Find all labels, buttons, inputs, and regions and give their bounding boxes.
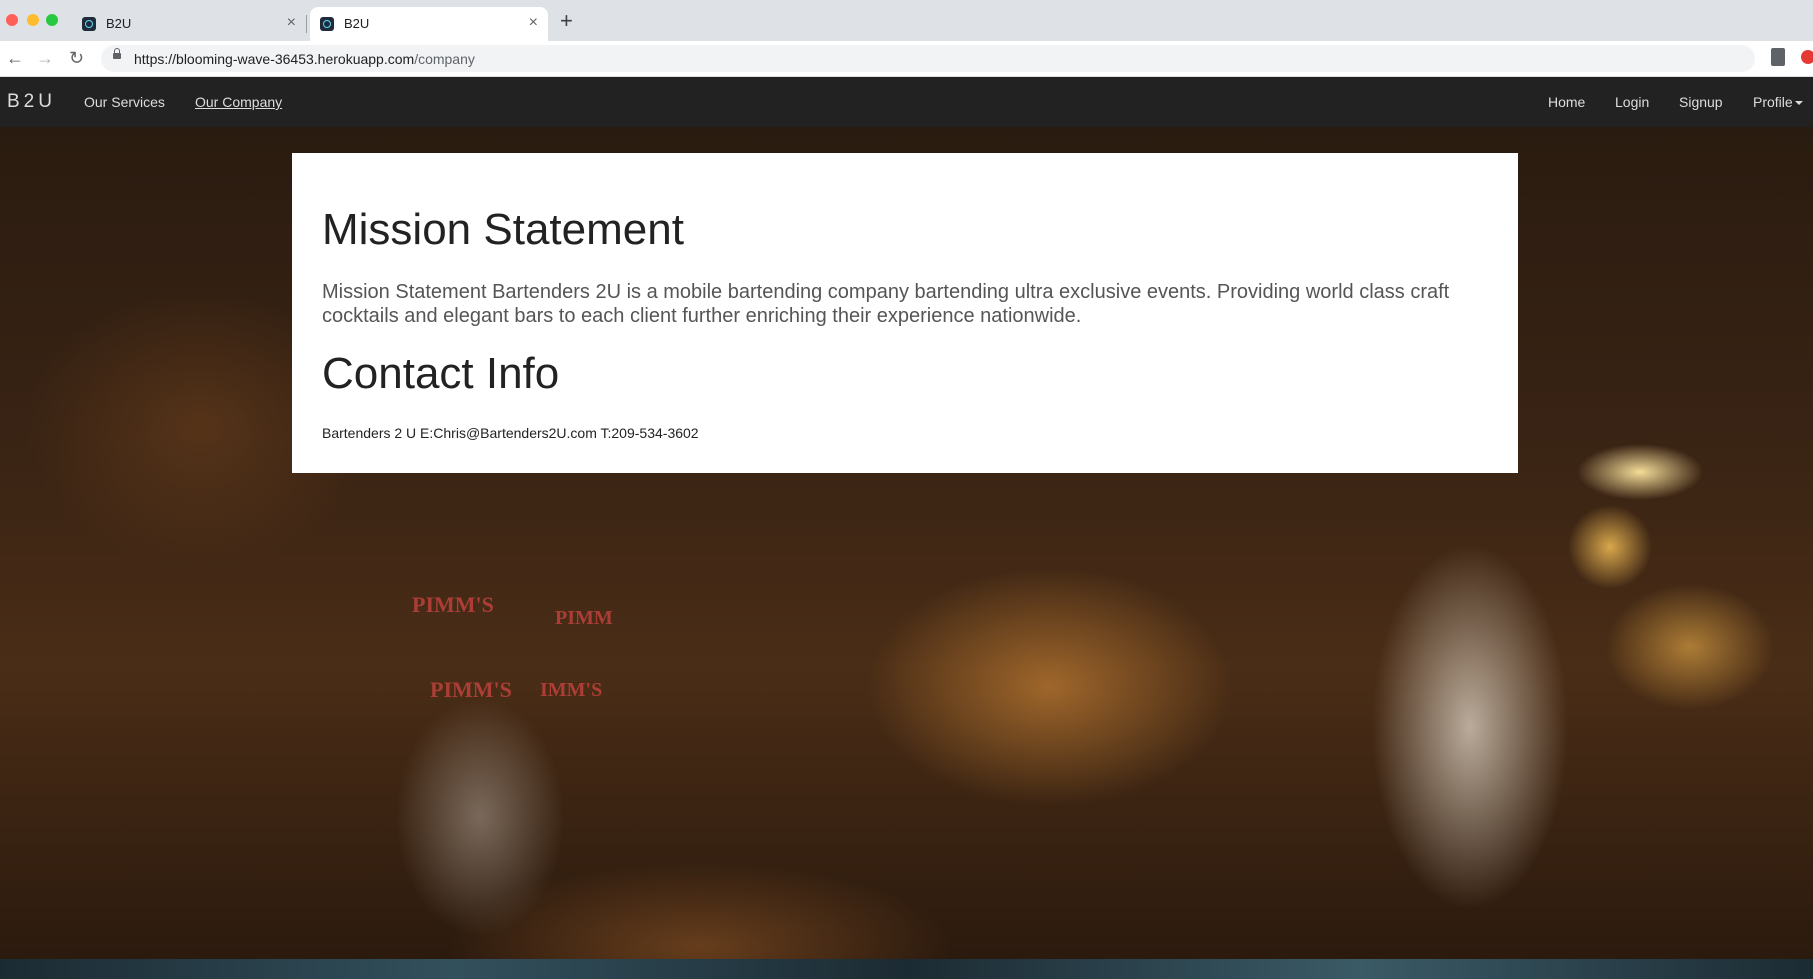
caret-down-icon <box>1794 101 1803 106</box>
nav-link-login[interactable]: Login <box>1615 94 1649 110</box>
window-close-dot[interactable] <box>6 14 18 26</box>
pitcher-label: PIMM <box>555 607 613 629</box>
browser-tab-2-active[interactable]: B2U × <box>310 7 548 41</box>
browser-toolbar: ← → ↻ https://blooming-wave-36453.heroku… <box>0 41 1813 77</box>
lock-icon <box>113 48 121 59</box>
back-arrow-icon[interactable]: ← <box>6 45 24 71</box>
tab-title: B2U <box>344 16 370 31</box>
contact-heading: Contact Info <box>322 349 560 398</box>
brand-logo[interactable]: B2U <box>7 91 56 113</box>
company-info-card: Mission Statement Mission Statement Bart… <box>292 153 1518 473</box>
pitcher-label: PIMM'S <box>430 677 512 702</box>
close-icon[interactable]: × <box>529 13 538 33</box>
mission-heading: Mission Statement <box>322 205 684 254</box>
pitcher-label: IMM'S <box>540 679 603 701</box>
profile-label: Profile <box>1753 94 1793 110</box>
window-minimize-dot[interactable] <box>27 14 39 26</box>
url-host: blooming-wave-36453.herokuapp.com <box>176 51 415 67</box>
react-favicon-icon <box>320 17 334 31</box>
next-section-edge <box>0 959 1813 979</box>
react-favicon-icon <box>82 17 96 31</box>
extension-icon[interactable] <box>1771 48 1785 66</box>
reload-icon[interactable]: ↻ <box>69 45 84 71</box>
mission-text: Mission Statement Bartenders 2U is a mob… <box>322 281 1450 327</box>
url-text[interactable]: https://blooming-wave-36453.herokuapp.co… <box>134 51 475 67</box>
browser-tab-bar: B2U × B2U × + <box>0 0 1813 41</box>
contact-text: Bartenders 2 U E:Chris@Bartenders2U.com … <box>322 425 699 441</box>
nav-link-home[interactable]: Home <box>1548 94 1585 110</box>
browser-tab-1[interactable]: B2U × <box>72 7 306 41</box>
window-maximize-dot[interactable] <box>46 14 58 26</box>
nav-link-our-company[interactable]: Our Company <box>195 94 282 110</box>
tab-title: B2U <box>106 16 132 31</box>
forward-arrow-icon[interactable]: → <box>36 45 54 71</box>
address-bar[interactable]: https://blooming-wave-36453.herokuapp.co… <box>101 45 1755 72</box>
nav-link-signup[interactable]: Signup <box>1679 94 1723 110</box>
pitcher-label: PIMM'S <box>412 592 494 617</box>
extension-icon[interactable] <box>1801 50 1813 64</box>
nav-link-our-services[interactable]: Our Services <box>84 94 165 110</box>
site-navbar: B2U Our Services Our Company Home Login … <box>0 77 1813 127</box>
nav-dropdown-profile[interactable]: Profile <box>1753 94 1803 110</box>
close-icon[interactable]: × <box>287 13 296 33</box>
url-prefix: https:// <box>134 51 177 67</box>
url-path: /company <box>414 51 475 67</box>
plus-icon[interactable]: + <box>560 9 573 33</box>
tab-divider <box>306 15 307 33</box>
